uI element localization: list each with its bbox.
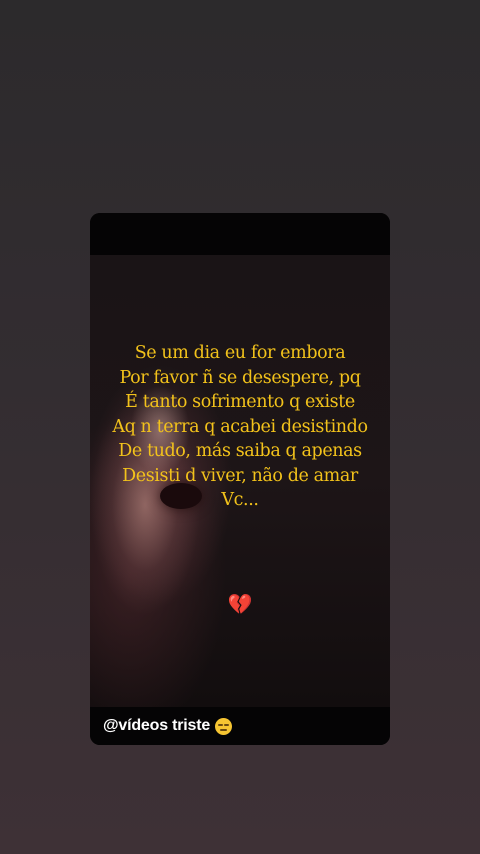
- broken-heart-icon: 💔: [227, 592, 253, 616]
- pensive-face-icon: [215, 717, 233, 735]
- video-card[interactable]: Se um dia eu for embora Por favor ñ se d…: [90, 213, 390, 745]
- poem-text: Se um dia eu for embora Por favor ñ se d…: [90, 341, 390, 513]
- poem-line: Desisti d viver, não de amar: [122, 465, 358, 486]
- top-black-bar: [90, 213, 390, 255]
- bottom-caption-bar: @vídeos triste: [90, 707, 390, 745]
- poem-line: Aq n terra q acabei desistindo: [112, 416, 368, 437]
- poem-line: Por favor ñ se desespere, pq: [119, 367, 361, 388]
- channel-handle[interactable]: @vídeos triste: [103, 717, 210, 735]
- poem-line: É tanto sofrimento q existe: [125, 392, 355, 412]
- poem-line: Vc...: [221, 490, 259, 510]
- poem-line: Se um dia eu for embora: [134, 343, 346, 363]
- poem-line: De tudo, más saiba q apenas: [118, 441, 362, 461]
- video-frame[interactable]: Se um dia eu for embora Por favor ñ se d…: [90, 255, 390, 707]
